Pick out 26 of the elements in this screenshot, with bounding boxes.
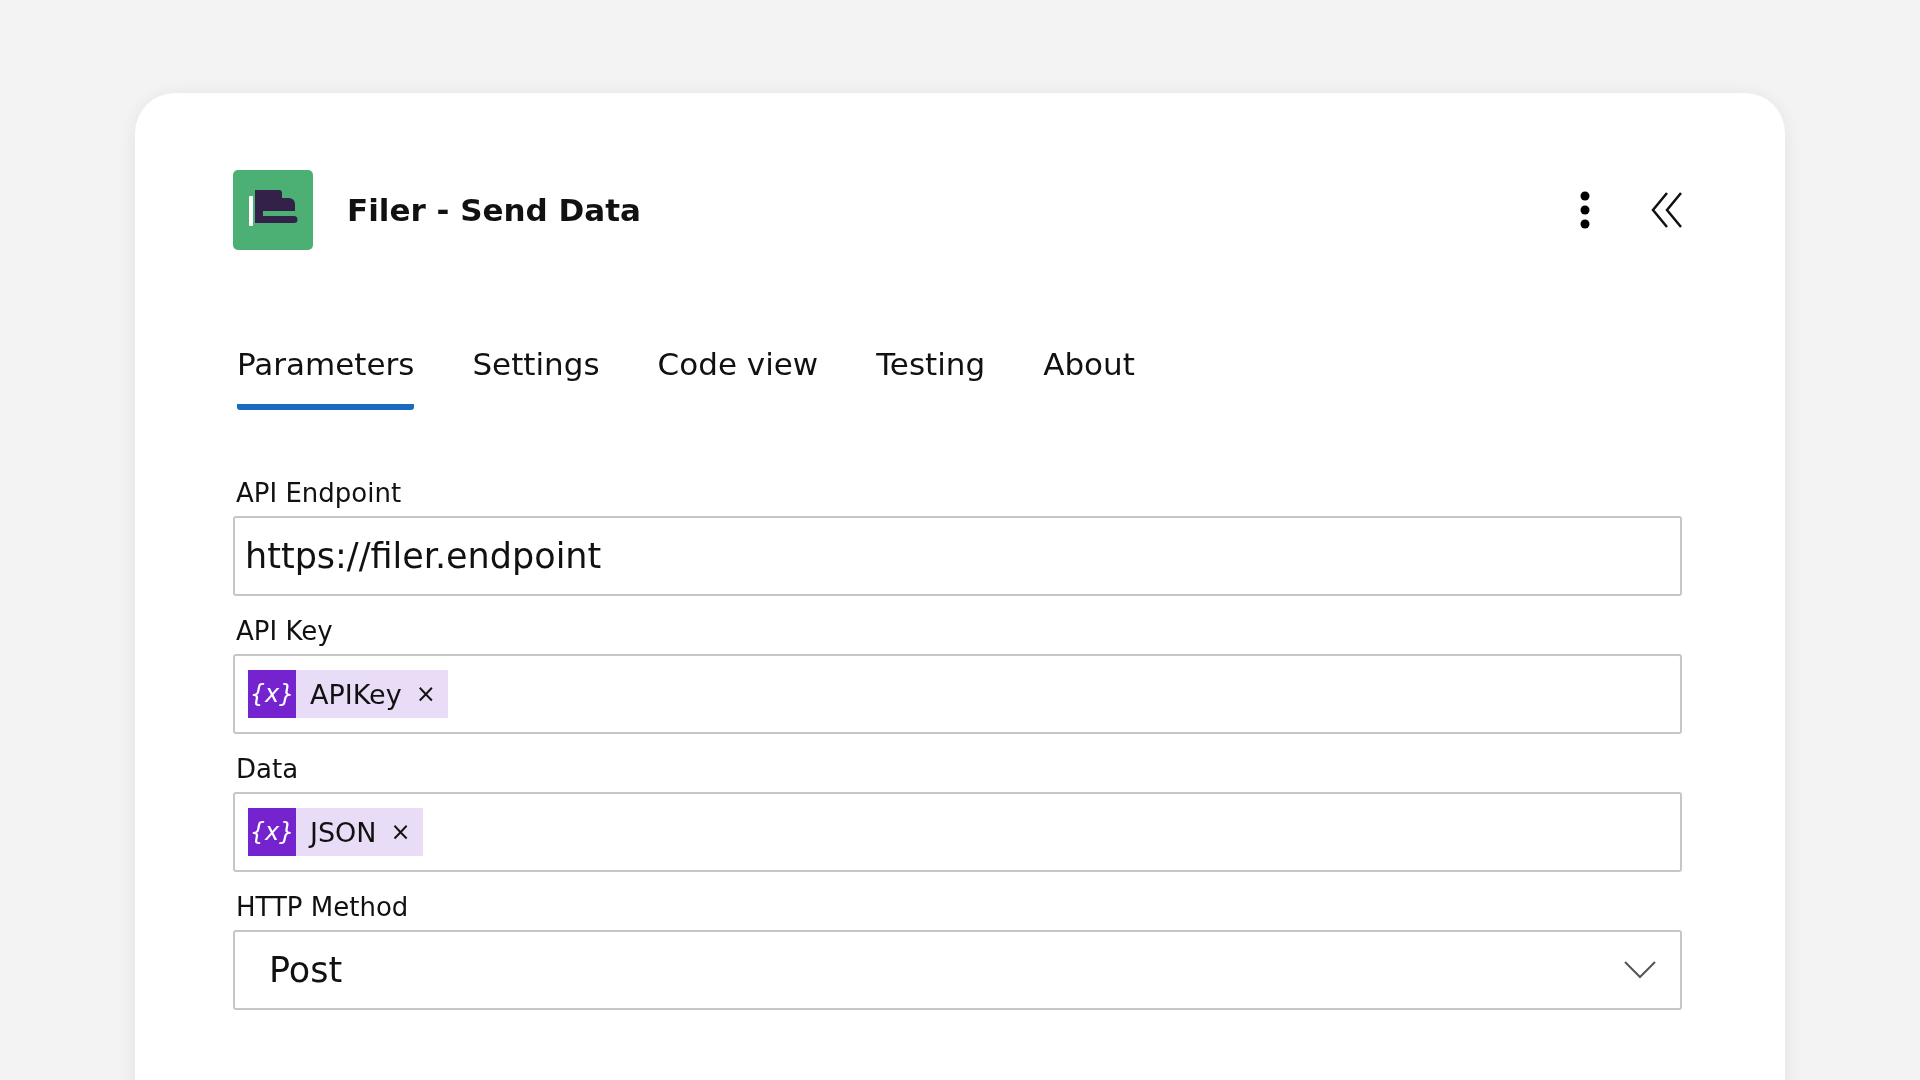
tab[interactable]: Settings xyxy=(472,346,600,410)
field-label: Data xyxy=(236,754,300,784)
logo-icon xyxy=(233,170,313,250)
remove-button[interactable]: × xyxy=(386,818,423,846)
variable-token[interactable]: {x} JSON × xyxy=(248,808,423,856)
tab[interactable]: About xyxy=(1043,346,1135,410)
dropdown[interactable]: Post xyxy=(233,930,1682,1010)
chevron-down-icon xyxy=(1624,961,1656,979)
field-label: API Key xyxy=(236,616,334,646)
variable-token[interactable]: {x} APIKey × xyxy=(248,670,448,718)
more-options-icon[interactable] xyxy=(1579,191,1591,229)
input-field[interactable]: https://filer.endpoint xyxy=(233,516,1682,596)
token-label: APIKey xyxy=(310,678,402,710)
field-label: HTTP Method xyxy=(236,892,410,922)
input-field[interactable]: {x} APIKey × xyxy=(233,654,1682,734)
input-field[interactable]: {x} JSON × xyxy=(233,792,1682,872)
tab[interactable]: Testing xyxy=(876,346,986,410)
tab[interactable]: Code view xyxy=(657,346,819,410)
panel-title: Filer - Send Data xyxy=(347,192,642,228)
field-label: API Endpoint xyxy=(236,478,403,508)
collapse-icon[interactable] xyxy=(1651,191,1683,229)
variable-icon: {x} xyxy=(248,808,296,856)
remove-button[interactable]: × xyxy=(411,680,448,708)
token-label: JSON xyxy=(310,816,377,848)
variable-icon: {x} xyxy=(248,670,296,718)
tab[interactable]: Parameters xyxy=(237,346,415,410)
